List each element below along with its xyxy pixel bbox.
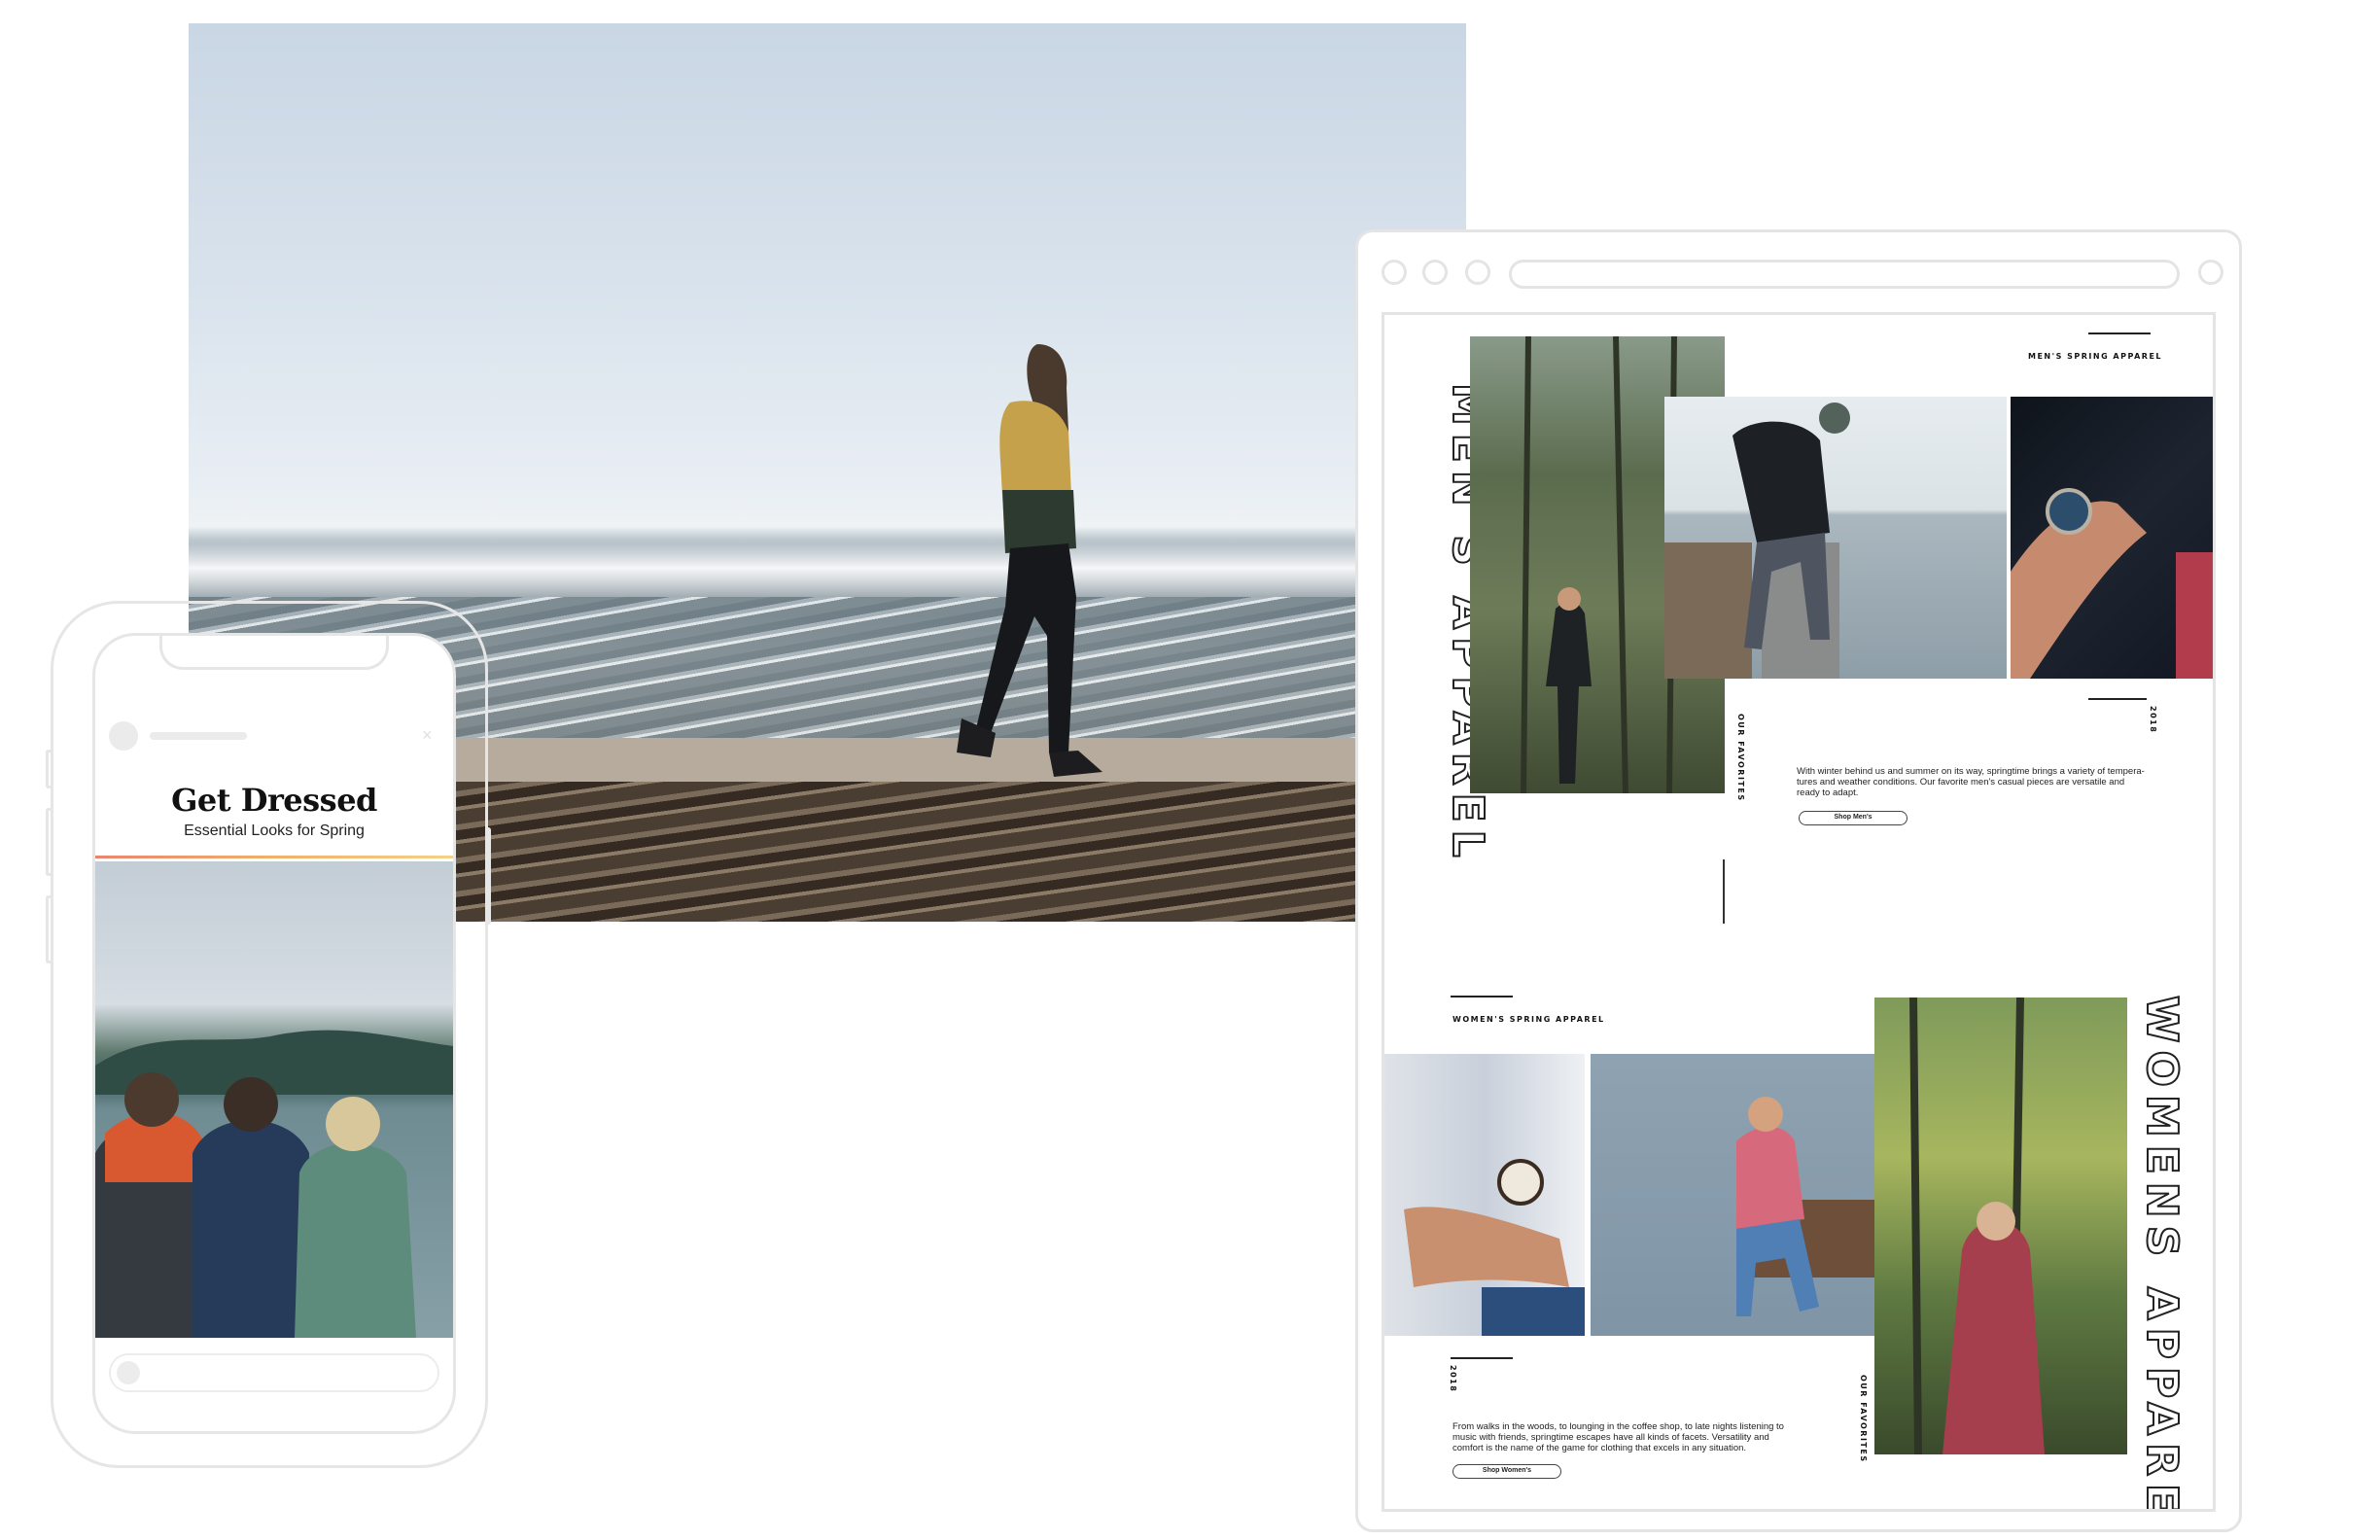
mens-year: 2018 — [2149, 706, 2157, 734]
mens-body-copy: With winter behind us and summer on its … — [1797, 766, 2145, 798]
mens-year-rule — [2088, 698, 2147, 700]
lake-group-photo — [95, 861, 453, 1338]
phone-volume-up — [46, 808, 52, 876]
mens-pier-photo — [1664, 397, 2007, 679]
accent-divider — [95, 856, 453, 858]
close-icon[interactable]: × — [422, 725, 441, 745]
window-close-dot[interactable] — [1382, 260, 1407, 285]
phone-screen: × Get Dressed Essential Looks for Spring — [92, 633, 456, 1434]
womens-body-copy: From walks in the woods, to lounging in … — [1452, 1421, 1784, 1453]
phone-bottom-input[interactable] — [109, 1353, 439, 1392]
url-bar[interactable] — [1509, 260, 2180, 289]
mens-watch-photo — [2011, 397, 2213, 679]
window-maximize-dot[interactable] — [1465, 260, 1490, 285]
womens-watch-photo — [1384, 1054, 1585, 1336]
womens-heading-rule — [1451, 996, 1513, 998]
walking-woman-silhouette — [957, 344, 1102, 777]
web-page: MEN'S APPAREL OUR FAVORITES MEN'S SPRING… — [1382, 312, 2216, 1512]
mens-side-label: OUR FAVORITES — [1736, 714, 1745, 802]
shop-womens-button[interactable]: Shop Women's — [1452, 1464, 1561, 1479]
section-divider-line — [1723, 859, 1725, 924]
womens-forest-photo — [1874, 998, 2127, 1454]
phone-mute-switch — [46, 750, 52, 788]
phone-bottom-avatar — [117, 1361, 140, 1384]
phone-notch — [159, 636, 389, 670]
phone-power-button — [485, 827, 491, 925]
name-placeholder-bar — [150, 732, 247, 740]
page-subtitle: Essential Looks for Spring — [184, 822, 365, 839]
womens-year: 2018 — [1449, 1365, 1457, 1393]
shop-mens-button[interactable]: Shop Men's — [1799, 811, 1908, 825]
page-title: Get Dressed — [171, 782, 377, 819]
mens-heading: MEN'S SPRING APPAREL — [2028, 352, 2163, 361]
phone-volume-down — [46, 895, 52, 963]
womens-side-label: OUR FAVORITES — [1859, 1375, 1868, 1463]
phone-mockup: × Get Dressed Essential Looks for Spring — [46, 601, 491, 1468]
window-minimize-dot[interactable] — [1422, 260, 1448, 285]
browser-menu-dot[interactable] — [2198, 260, 2223, 285]
mens-heading-rule — [2088, 332, 2151, 334]
browser-window: MEN'S APPAREL OUR FAVORITES MEN'S SPRING… — [1355, 229, 2242, 1532]
womens-vertical-title: WOMENS APPAREL — [2136, 995, 2188, 1512]
womens-year-rule — [1451, 1357, 1513, 1359]
womens-heading: WOMEN'S SPRING APPAREL — [1452, 1015, 1605, 1024]
hero-clouds — [189, 539, 1466, 597]
avatar — [109, 721, 138, 751]
